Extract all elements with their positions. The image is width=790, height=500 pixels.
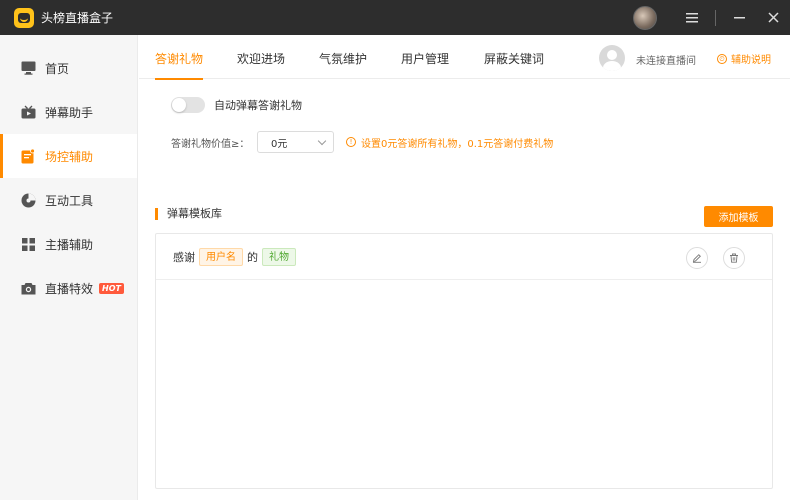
gift-value-label: 答谢礼物价值≥： (171, 138, 250, 150)
clock-icon: ⏲ (717, 53, 727, 64)
username-chip: 用户名 (199, 247, 243, 266)
titlebar-divider (715, 9, 716, 26)
app-logo-icon (14, 7, 34, 28)
tab-atmosphere[interactable]: 气氛维护 (319, 35, 367, 79)
tab-gift-thanks[interactable]: 答谢礼物 (155, 35, 204, 80)
close-button[interactable] (756, 0, 790, 35)
template-middle: 的 (247, 250, 258, 264)
sidebar-item-live-effects[interactable]: 直播特效 HOT (0, 266, 137, 310)
gift-chip: 礼物 (262, 247, 296, 266)
sidebar-item-label: 主播辅助 (45, 237, 94, 252)
auto-thanks-label: 自动弹幕答谢礼物 (214, 99, 302, 112)
monitor-icon (20, 60, 36, 76)
sidebar-item-label: 场控辅助 (45, 149, 94, 164)
sidebar-item-field-control[interactable]: 场控辅助 (0, 134, 137, 178)
help-link-label: 辅助说明 (731, 55, 771, 66)
sidebar-item-home[interactable]: 首页 (0, 46, 137, 90)
gift-value-tip-text: 设置0元答谢所有礼物，0.1元答谢付费礼物 (361, 138, 554, 150)
live-connection-status: 未连接直播间 (636, 56, 696, 67)
sidebar-item-danmaku[interactable]: 弹幕助手 (0, 90, 137, 134)
tab-welcome[interactable]: 欢迎进场 (237, 35, 285, 79)
template-section-title: 弹幕模板库 (155, 207, 222, 221)
trash-icon (730, 253, 738, 263)
menu-icon (686, 12, 698, 22)
title-bar: 头榜直播盒子 (0, 0, 790, 35)
chevron-down-icon (317, 136, 327, 146)
gift-value-select[interactable]: 0元 (257, 131, 334, 153)
sidebar-item-host-assist[interactable]: 主播辅助 (0, 222, 137, 266)
template-list: 感谢 用户名 的 礼物 (155, 233, 773, 489)
close-icon (767, 12, 779, 23)
hot-badge: HOT (99, 282, 124, 294)
tab-keyword-block[interactable]: 屏蔽关键词 (484, 35, 544, 79)
tab-bar: 答谢礼物 欢迎进场 气氛维护 用户管理 屏蔽关键词 未连接直播间 ⏲ 辅助说明 (139, 35, 790, 80)
add-template-button[interactable]: 添加模板 (704, 206, 773, 227)
sidebar-item-label: 弹幕助手 (45, 105, 94, 120)
app-title: 头榜直播盒子 (41, 11, 114, 25)
clipboard-icon (20, 148, 36, 164)
sidebar: 首页 弹幕助手 场控辅助 互动工具 主播辅助 直播特效 HOT (0, 35, 138, 500)
template-row: 感谢 用户名 的 礼物 (156, 234, 772, 280)
sidebar-item-label: 互动工具 (45, 193, 94, 208)
delete-template-button[interactable] (723, 247, 745, 269)
sidebar-item-label: 首页 (45, 61, 70, 76)
help-link[interactable]: ⏲ 辅助说明 (717, 51, 771, 66)
sidebar-item-interactive-tools[interactable]: 互动工具 (0, 178, 137, 222)
sidebar-item-label: 直播特效 (45, 281, 94, 296)
grid-icon (20, 236, 36, 252)
tab-user-management[interactable]: 用户管理 (401, 35, 449, 79)
template-prefix: 感谢 (173, 250, 195, 264)
minimize-button[interactable] (722, 0, 756, 35)
pie-icon (20, 192, 36, 208)
gift-value-tip: ! 设置0元答谢所有礼物，0.1元答谢付费礼物 (346, 135, 553, 150)
camera-icon (20, 280, 36, 296)
minimize-icon (733, 16, 745, 18)
pencil-icon (692, 254, 701, 263)
info-icon: ! (346, 137, 356, 147)
gift-value-selected: 0元 (271, 138, 288, 150)
main-panel: 答谢礼物 欢迎进场 气氛维护 用户管理 屏蔽关键词 未连接直播间 ⏲ 辅助说明 … (139, 35, 790, 500)
menu-button[interactable] (675, 0, 709, 35)
edit-template-button[interactable] (686, 247, 708, 269)
user-avatar[interactable] (633, 5, 657, 30)
tv-icon (20, 104, 36, 120)
auto-thanks-toggle[interactable] (171, 97, 205, 113)
live-room-avatar (599, 45, 625, 71)
